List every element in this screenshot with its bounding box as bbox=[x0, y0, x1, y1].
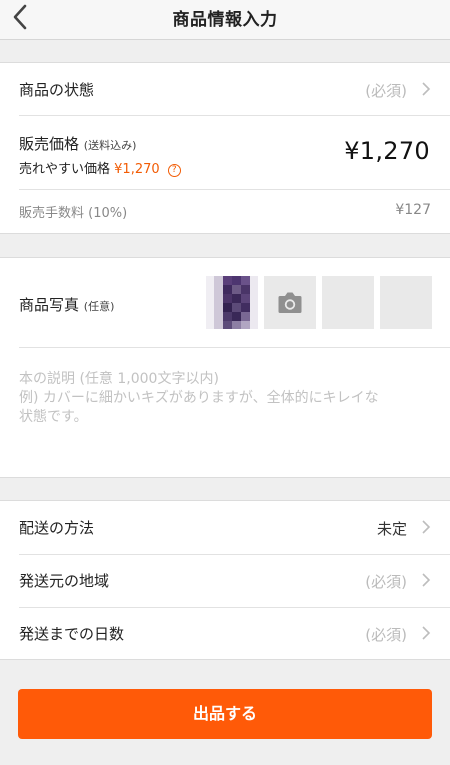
price-value: ¥1,270 bbox=[344, 137, 430, 165]
photo-label: 商品写真 bbox=[19, 296, 80, 314]
price-row[interactable]: 販売価格 (送料込み) 売れやすい価格 ¥1,270 ? ¥1,270 bbox=[0, 115, 450, 189]
shipping-days-row[interactable]: 発送までの日数 (必須) bbox=[0, 607, 450, 660]
divider bbox=[19, 189, 450, 190]
shipping-days-value: (必須) bbox=[365, 626, 407, 644]
easy-price-value: ¥1,270 bbox=[114, 162, 160, 177]
shipping-days-label: 発送までの日数 bbox=[19, 625, 125, 643]
easy-price-label: 売れやすい価格 bbox=[19, 162, 111, 177]
price-label-note: (送料込み) bbox=[83, 139, 137, 152]
shipping-method-value: 未定 bbox=[376, 520, 407, 538]
nav-bar: 商品情報入力 bbox=[0, 0, 450, 40]
photo-label-note: (任意) bbox=[83, 300, 115, 313]
shipping-origin-label: 発送元の地域 bbox=[19, 572, 110, 590]
chevron-right-icon bbox=[422, 520, 431, 534]
description-placeholder-line: 本の説明 (任意 1,000文字以内) bbox=[19, 371, 219, 387]
chevron-right-icon bbox=[422, 626, 431, 640]
condition-value: (必須) bbox=[365, 82, 407, 100]
description-placeholder-line: 例) カバーに細かいキズがありますが、全体的にキレイな bbox=[19, 390, 379, 406]
shipping-origin-value: (必須) bbox=[365, 573, 407, 591]
shipping-method-label: 配送の方法 bbox=[19, 519, 95, 537]
photo-slot[interactable] bbox=[322, 276, 374, 329]
fee-label: 販売手数料 (10%) bbox=[19, 206, 128, 221]
add-photo-slot[interactable] bbox=[264, 276, 316, 329]
condition-row[interactable]: 商品の状態 (必須) bbox=[0, 63, 450, 115]
chevron-right-icon bbox=[422, 573, 431, 587]
photo-section: 商品写真 (任意) 本の説明 (任意 1,000文字以内) 例) カバーに細かい… bbox=[0, 257, 450, 478]
photo-thumbnail[interactable] bbox=[206, 276, 258, 329]
camera-icon bbox=[278, 292, 302, 313]
help-icon[interactable]: ? bbox=[167, 164, 181, 177]
condition-label: 商品の状態 bbox=[19, 81, 95, 99]
fee-value: ¥127 bbox=[395, 202, 431, 218]
price-label: 販売価格 bbox=[19, 135, 80, 153]
shipping-section: 配送の方法 未定 発送元の地域 (必須) 発送までの日数 (必須) bbox=[0, 500, 450, 660]
submit-button[interactable]: 出品する bbox=[18, 689, 432, 739]
description-field[interactable]: 本の説明 (任意 1,000文字以内) 例) カバーに細かいキズがありますが、全… bbox=[19, 370, 439, 427]
chevron-right-icon bbox=[422, 82, 431, 96]
divider bbox=[19, 347, 450, 348]
description-placeholder-line: 状態です。 bbox=[19, 409, 88, 425]
price-section: 商品の状態 (必須) 販売価格 (送料込み) 売れやすい価格 ¥1,270 ? … bbox=[0, 62, 450, 234]
page-title: 商品情報入力 bbox=[172, 10, 278, 30]
shipping-origin-row[interactable]: 発送元の地域 (必須) bbox=[0, 554, 450, 607]
photo-slot[interactable] bbox=[380, 276, 432, 329]
shipping-method-row[interactable]: 配送の方法 未定 bbox=[0, 501, 450, 554]
